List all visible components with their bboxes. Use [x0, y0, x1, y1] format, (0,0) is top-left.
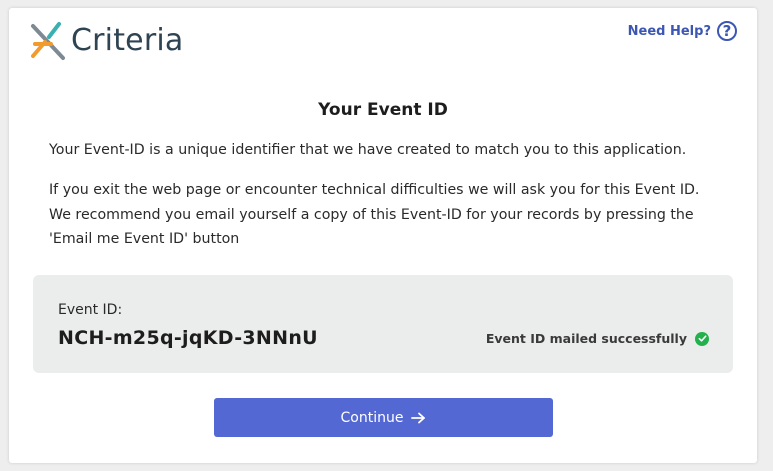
event-id-label: Event ID:	[58, 302, 123, 318]
instructions-paragraph: If you exit the web page or encounter te…	[49, 182, 700, 247]
event-id-card: Criteria Need Help? ? Your Event ID Your…	[9, 8, 757, 463]
need-help-label: Need Help?	[627, 23, 711, 39]
logo-text: Criteria	[71, 23, 184, 58]
check-circle-icon	[695, 331, 709, 346]
event-id-panel: Event ID: NCH-m25q-jqKD-3NNnU Event ID m…	[33, 275, 733, 373]
arrow-right-icon	[411, 412, 426, 424]
criteria-logo: Criteria	[29, 20, 184, 62]
page-title: Your Event ID	[318, 100, 448, 120]
continue-label: Continue	[340, 409, 404, 426]
criteria-logo-icon	[31, 22, 65, 60]
question-icon[interactable]: ?	[717, 21, 737, 41]
mail-status: Event ID mailed successfully	[486, 331, 709, 346]
event-id-value: NCH-m25q-jqKD-3NNnU	[58, 327, 318, 349]
continue-button[interactable]: Continue	[214, 398, 553, 437]
need-help-link[interactable]: Need Help? ?	[628, 21, 737, 41]
intro-paragraph: Your Event-ID is a unique identifier tha…	[49, 142, 687, 158]
mail-status-text: Event ID mailed successfully	[485, 331, 687, 346]
